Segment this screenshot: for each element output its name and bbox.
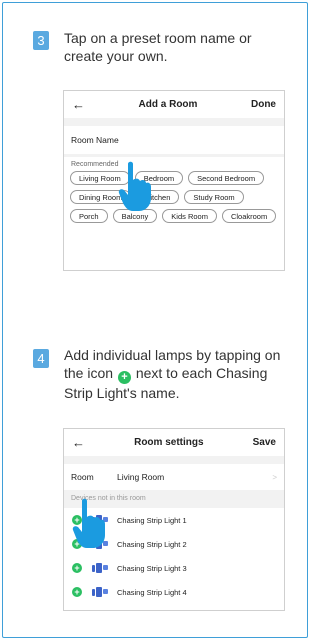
tap-hand-icon bbox=[72, 498, 105, 548]
device-name: Chasing Strip Light 1 bbox=[117, 515, 187, 525]
add-plus-icon[interactable]: + bbox=[72, 587, 82, 597]
back-arrow-icon[interactable]: ← bbox=[72, 436, 85, 449]
room-name-placeholder: Room Name bbox=[71, 135, 119, 145]
divider bbox=[64, 456, 284, 464]
chip-study-room[interactable]: Study Room bbox=[184, 190, 244, 204]
divider bbox=[64, 118, 284, 126]
screen-title: Room settings bbox=[134, 437, 204, 448]
room-chips: Living Room Bedroom Second Bedroom Dinin… bbox=[64, 171, 284, 223]
device-row: + Chasing Strip Light 4 bbox=[64, 580, 284, 604]
chip-porch[interactable]: Porch bbox=[70, 209, 108, 223]
add-room-header: ← Add a Room Done bbox=[64, 91, 284, 118]
room-settings-header: ← Room settings Save bbox=[64, 429, 284, 456]
screen-title: Add a Room bbox=[138, 99, 198, 110]
device-name: Chasing Strip Light 4 bbox=[117, 587, 187, 597]
chip-second-bedroom[interactable]: Second Bedroom bbox=[188, 171, 265, 185]
room-selector[interactable]: Room Living Room > bbox=[64, 464, 284, 490]
lamp-icon bbox=[92, 563, 108, 573]
done-button[interactable]: Done bbox=[251, 99, 276, 110]
room-label: Room bbox=[71, 472, 94, 482]
chip-kids-room[interactable]: Kids Room bbox=[162, 209, 217, 223]
add-room-screen: ← Add a Room Done Room Name Recommended … bbox=[63, 90, 285, 271]
add-plus-icon: + bbox=[117, 371, 131, 384]
room-name-input[interactable]: Room Name bbox=[64, 126, 284, 154]
step-4-instruction: Add individual lamps by tapping on the i… bbox=[64, 346, 296, 402]
lamp-icon bbox=[92, 587, 108, 597]
back-arrow-icon[interactable]: ← bbox=[72, 98, 85, 111]
recommended-label: Recommended bbox=[71, 161, 119, 168]
room-value: Living Room bbox=[117, 472, 165, 482]
device-name: Chasing Strip Light 3 bbox=[117, 563, 187, 573]
chip-cloakroom[interactable]: Cloakroom bbox=[221, 209, 277, 223]
step-3-badge: 3 bbox=[33, 31, 49, 50]
device-name: Chasing Strip Light 2 bbox=[117, 539, 187, 549]
save-button[interactable]: Save bbox=[253, 437, 276, 448]
step-3-instruction: Tap on a preset room name or create your… bbox=[64, 30, 252, 64]
device-row: + Chasing Strip Light 3 bbox=[64, 556, 284, 580]
tap-hand-icon bbox=[118, 161, 151, 211]
step-4-badge: 4 bbox=[33, 349, 49, 368]
chevron-right-icon: > bbox=[272, 472, 277, 482]
add-plus-icon[interactable]: + bbox=[72, 563, 82, 573]
